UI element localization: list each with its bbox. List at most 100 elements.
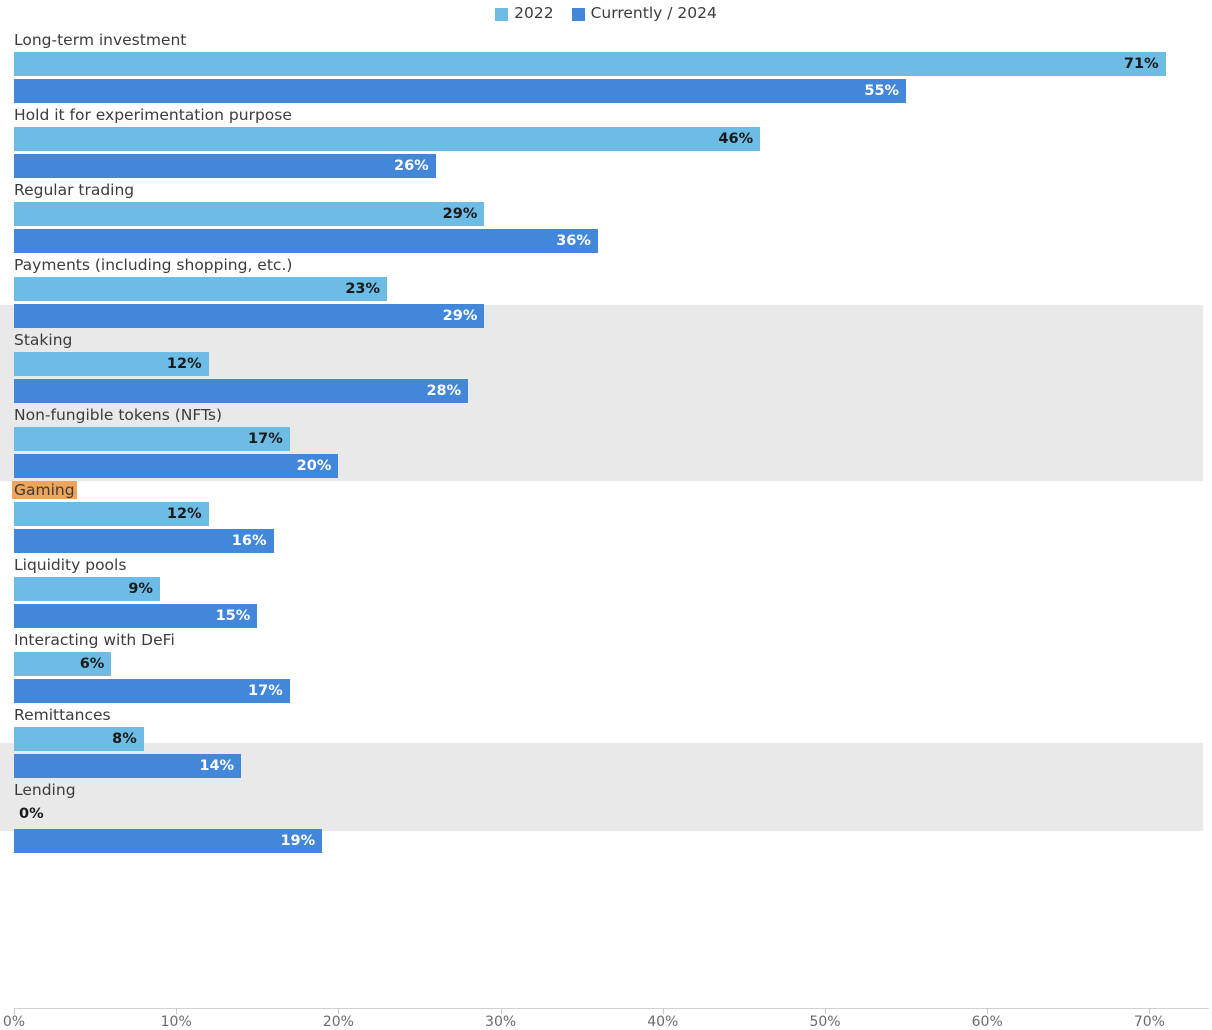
bar-value-label: 55% bbox=[864, 83, 900, 99]
bar-value-label: 9% bbox=[128, 581, 153, 597]
bar-row-2022: 12% bbox=[14, 502, 209, 526]
bar[interactable]: 36% bbox=[14, 229, 598, 253]
bar[interactable]: 71% bbox=[14, 52, 1166, 76]
bar-row-2022: 9% bbox=[14, 577, 160, 601]
bar-group: Regular trading 29% 36% bbox=[0, 178, 1212, 253]
category-label: Lending bbox=[14, 781, 76, 799]
bar-value-label: 71% bbox=[1123, 56, 1159, 72]
bar-group: Interacting with DeFi 6% 17% bbox=[0, 628, 1212, 703]
bar-row-currently-2024: 29% bbox=[14, 304, 485, 328]
bar-row-2022: 17% bbox=[14, 427, 290, 451]
bar[interactable]: 23% bbox=[14, 277, 388, 301]
bar[interactable]: 14% bbox=[14, 754, 242, 778]
x-axis-tick-label: 10% bbox=[160, 1014, 192, 1030]
bar-row-2022: 29% bbox=[14, 202, 485, 226]
x-axis-line bbox=[14, 1008, 1210, 1009]
bar-value-label: 12% bbox=[166, 356, 202, 372]
legend-item-currently-2024: Currently / 2024 bbox=[571, 4, 717, 23]
legend-label-2022: 2022 bbox=[514, 4, 554, 23]
bar-group: Remittances 8% 14% bbox=[0, 703, 1212, 778]
bar-group: Gaming 12% 16% bbox=[0, 478, 1212, 553]
bar-value-label: 46% bbox=[718, 131, 754, 147]
bar-value-label: 26% bbox=[394, 158, 429, 174]
category-label: Regular trading bbox=[14, 181, 135, 199]
bar[interactable]: 46% bbox=[14, 127, 761, 151]
bar[interactable]: 55% bbox=[14, 79, 907, 103]
bar-value-label: 14% bbox=[199, 758, 235, 774]
legend-label-currently-2024: Currently / 2024 bbox=[590, 4, 717, 23]
bar-row-2022: 8% bbox=[14, 727, 144, 751]
bar[interactable]: 26% bbox=[14, 154, 436, 178]
bar-row-currently-2024: 55% bbox=[14, 79, 907, 103]
bar[interactable]: 19% bbox=[14, 829, 323, 853]
bar-value-label: 36% bbox=[556, 233, 591, 249]
bar-value-label: 12% bbox=[166, 506, 202, 522]
bar-group-list: Long-term investment 71% 55% Hold it for ex… bbox=[0, 28, 1212, 853]
x-axis-tick-label: 0% bbox=[2, 1014, 26, 1030]
bar-row-currently-2024: 14% bbox=[14, 754, 242, 778]
bar[interactable]: 17% bbox=[14, 679, 290, 703]
category-label: Liquidity pools bbox=[14, 556, 127, 574]
legend-swatch-2022 bbox=[495, 7, 509, 21]
bar-value-label: 19% bbox=[280, 833, 316, 849]
category-label: Remittances bbox=[14, 706, 111, 724]
chart-legend: 2022 Currently / 2024 bbox=[0, 0, 1212, 28]
bar-value-label: 15% bbox=[215, 608, 251, 624]
bar[interactable]: 15% bbox=[14, 604, 258, 628]
x-axis-tick-label: 20% bbox=[322, 1014, 354, 1030]
bar-row-currently-2024: 15% bbox=[14, 604, 258, 628]
bar-row-currently-2024: 36% bbox=[14, 229, 598, 253]
bar-value-label: 8% bbox=[112, 731, 137, 747]
bar[interactable]: 29% bbox=[14, 202, 485, 226]
category-label: Gaming bbox=[12, 481, 77, 499]
x-axis-tick-label: 40% bbox=[647, 1014, 679, 1030]
bar-row-currently-2024: 20% bbox=[14, 454, 339, 478]
bar[interactable]: 6% bbox=[14, 652, 112, 676]
bar-value-label: 17% bbox=[248, 431, 283, 447]
category-label: Long-term investment bbox=[14, 31, 187, 49]
bar-row-2022: 46% bbox=[14, 127, 761, 151]
bar-group: Non-fungible tokens (NFTs) 17% 20% bbox=[0, 403, 1212, 478]
x-axis-tick-label: 60% bbox=[971, 1014, 1003, 1030]
bar-row-2022: 12% bbox=[14, 352, 209, 376]
bar[interactable]: 12% bbox=[14, 352, 209, 376]
bar[interactable]: 12% bbox=[14, 502, 209, 526]
bar-value-label: 0% bbox=[19, 806, 44, 822]
bar[interactable]: 17% bbox=[14, 427, 290, 451]
category-label: Staking bbox=[14, 331, 73, 349]
bar-value-label: 23% bbox=[345, 281, 381, 297]
category-label: Interacting with DeFi bbox=[14, 631, 175, 649]
legend-swatch-currently-2024 bbox=[571, 7, 585, 21]
bar[interactable]: 29% bbox=[14, 304, 485, 328]
bar-value-label: 6% bbox=[79, 656, 105, 672]
bar-row-2022: 6% bbox=[14, 652, 112, 676]
x-axis-tick-label: 50% bbox=[809, 1014, 841, 1030]
bar[interactable]: 16% bbox=[14, 529, 274, 553]
bar-chart-plot-area: Long-term investment 71% 55% Hold it for ex… bbox=[0, 28, 1212, 1008]
bar-value-label: 16% bbox=[231, 533, 267, 549]
bar-value-label: 29% bbox=[442, 308, 478, 324]
bar-row-currently-2024: 16% bbox=[14, 529, 274, 553]
bar-value-label: 20% bbox=[296, 458, 332, 474]
bar-value-label: 29% bbox=[442, 206, 478, 222]
bar-row-2022: 71% bbox=[14, 52, 1166, 76]
bar[interactable]: 20% bbox=[14, 454, 339, 478]
bar[interactable]: 8% bbox=[14, 727, 144, 751]
x-axis-tick-label: 70% bbox=[1133, 1014, 1165, 1030]
bar-value-label: 17% bbox=[248, 683, 283, 699]
bar[interactable]: 28% bbox=[14, 379, 469, 403]
legend-item-2022: 2022 bbox=[495, 4, 554, 23]
bar-group: Lending 0% 19% bbox=[0, 778, 1212, 853]
bar-group: Long-term investment 71% 55% bbox=[0, 28, 1212, 103]
bar-group: Staking 12% 28% bbox=[0, 328, 1212, 403]
category-label: Payments (including shopping, etc.) bbox=[14, 256, 293, 274]
bar-row-currently-2024: 28% bbox=[14, 379, 469, 403]
bar[interactable]: 9% bbox=[14, 577, 160, 601]
bar-row-2022: 23% bbox=[14, 277, 388, 301]
bar-group: Payments (including shopping, etc.) 23% 29… bbox=[0, 253, 1212, 328]
x-axis: 0% 10% 20% 30% 40% 50% 60% 70% bbox=[0, 1008, 1212, 1030]
bar-row-currently-2024: 26% bbox=[14, 154, 436, 178]
bar-row-currently-2024: 19% bbox=[14, 829, 323, 853]
category-label: Non-fungible tokens (NFTs) bbox=[14, 406, 223, 424]
category-label: Hold it for experimentation purpose bbox=[14, 106, 292, 124]
